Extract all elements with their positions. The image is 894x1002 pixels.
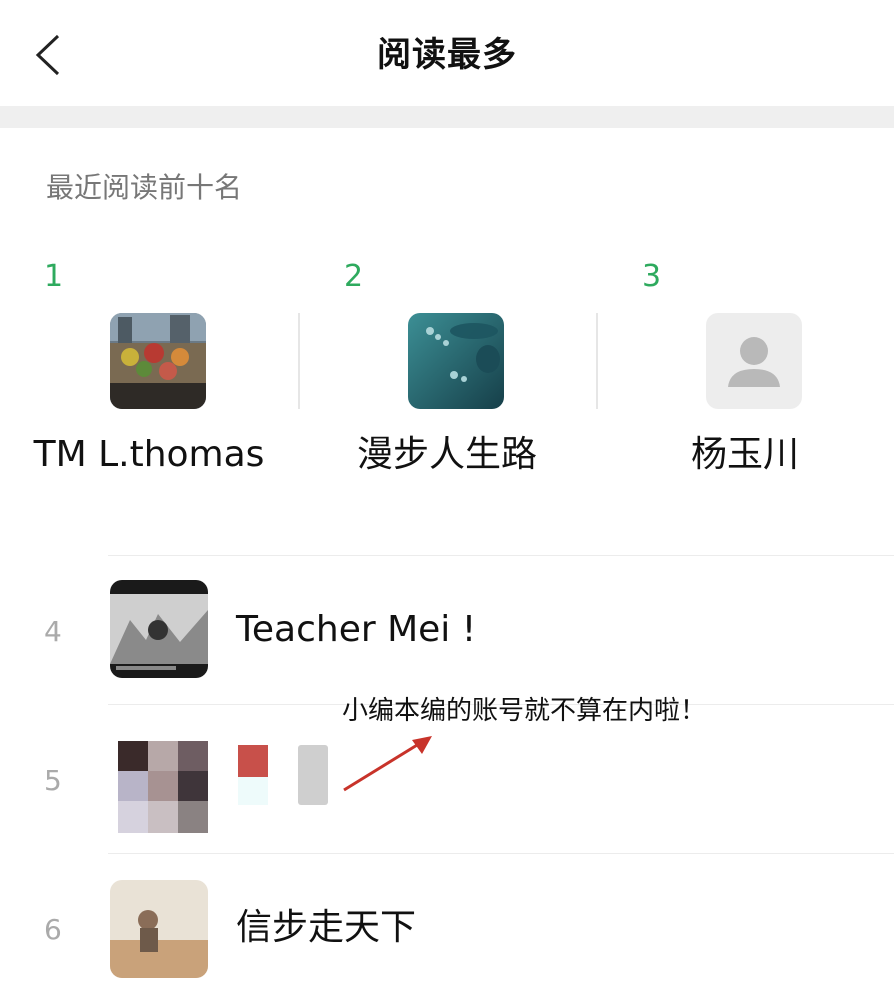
desert-photo-avatar — [110, 880, 208, 978]
top-reader-2[interactable]: 2 漫步人生路 — [298, 255, 596, 485]
red-arrow-icon — [343, 736, 432, 792]
reader-name: 杨玉川 — [690, 434, 799, 475]
blurred-name-block — [238, 745, 268, 777]
rank-number: 2 — [344, 259, 364, 294]
avatar[interactable] — [706, 313, 802, 409]
rank-number: 5 — [44, 764, 62, 797]
reader-name: 信步走天下 — [236, 907, 417, 948]
page-title: 阅读最多 — [377, 35, 517, 75]
avatar[interactable] — [110, 313, 206, 409]
top-reader-1[interactable]: 1 TM L.thomas — [0, 255, 298, 485]
list-item[interactable]: 4 Teacher Mei ! — [0, 556, 894, 704]
top-reader-3[interactable]: 3 杨玉川 — [596, 255, 894, 485]
rank-number: 3 — [642, 259, 662, 294]
rank-number: 6 — [44, 913, 62, 946]
header-bar: 阅读最多 — [0, 0, 894, 106]
section-label: 最近阅读前十名 — [46, 171, 243, 204]
reader-name: 漫步人生路 — [356, 434, 537, 475]
annotation-note: 小编本编的账号就不算在内啦！ — [342, 696, 707, 726]
photo-market-avatar — [110, 313, 206, 409]
section-divider — [0, 106, 894, 128]
reader-name: Teacher Mei ! — [236, 609, 477, 650]
blurred-name-block — [238, 777, 268, 805]
avatar[interactable] — [408, 313, 504, 409]
default-user-avatar — [706, 313, 802, 409]
avatar[interactable] — [110, 580, 208, 678]
blurred-name-block — [298, 745, 328, 805]
avatar[interactable] — [110, 880, 208, 978]
reader-name: TM L.thomas — [33, 434, 265, 475]
list-item[interactable]: 6 信步走天下 — [0, 854, 894, 1002]
top-three-readers: 1 TM L.thomas 2 漫步人生路 3 杨玉川 — [0, 255, 894, 485]
rank-number: 1 — [44, 259, 64, 294]
avatar[interactable] — [118, 741, 208, 833]
rank-number: 4 — [44, 615, 62, 648]
mosaic-avatar — [118, 741, 208, 833]
water-drops-avatar — [408, 313, 504, 409]
bw-photo-avatar — [110, 580, 208, 678]
